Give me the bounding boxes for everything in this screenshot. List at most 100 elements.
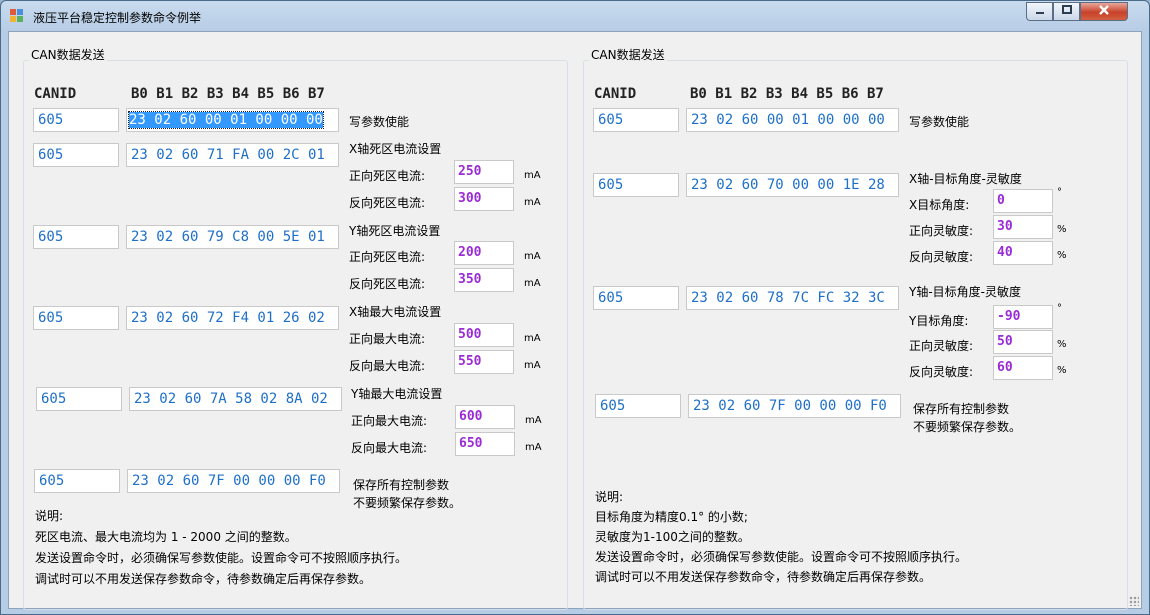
right-row-label-0: 写参数使能 xyxy=(909,115,970,129)
left-param-label: 正向最大电流: xyxy=(349,332,426,346)
right-param-unit: % xyxy=(1057,365,1067,376)
note-line: 说明: xyxy=(35,509,64,523)
left-param-value[interactable]: 350 xyxy=(454,268,514,292)
left-canid-field-2[interactable]: 605 xyxy=(33,225,119,249)
left-param-unit: mA xyxy=(525,415,542,426)
left-data-field-3[interactable]: 23 02 60 72 F4 01 26 02 xyxy=(126,306,339,330)
right-data-field-3[interactable]: 23 02 60 7F 00 00 00 F0 xyxy=(688,394,901,418)
left-param-value[interactable]: 600 xyxy=(455,405,515,429)
right-param-unit: % xyxy=(1057,339,1067,350)
note-line: 目标角度为精度0.1° 的小数; xyxy=(595,510,748,524)
resize-grip[interactable] xyxy=(1129,596,1139,606)
left-row-label-1: X轴死区电流设置 xyxy=(349,142,442,156)
note-line: 发送设置命令时，必须确保写参数使能。设置命令可不按照顺序执行。 xyxy=(595,550,968,564)
maximize-button[interactable] xyxy=(1053,2,1080,21)
right-param-value[interactable]: 0 xyxy=(993,189,1053,213)
left-param-unit: mA xyxy=(524,278,541,289)
app-window: 液压平台稳定控制参数命令例举 CAN数据发送 CANID B0 B1 B2 B3… xyxy=(0,0,1150,615)
right-param-value[interactable]: 50 xyxy=(993,330,1053,354)
left-data-field-5[interactable]: 23 02 60 7F 00 00 00 F0 xyxy=(127,469,340,493)
left-data-field-1[interactable]: 23 02 60 71 FA 00 2C 01 xyxy=(126,143,339,167)
right-data-field-1[interactable]: 23 02 60 70 00 00 1E 28 xyxy=(686,173,899,197)
note-line: 灵敏度为1-100之间的整数。 xyxy=(595,530,750,544)
right-param-label: 正向灵敏度: xyxy=(909,224,974,238)
minimize-icon xyxy=(1035,12,1044,14)
right-param-unit: ° xyxy=(1057,303,1062,314)
left-canid-field-5[interactable]: 605 xyxy=(34,469,120,493)
right-param-label: 正向灵敏度: xyxy=(909,339,974,353)
right-param-label: 反向灵敏度: xyxy=(909,365,974,379)
right-param-value[interactable]: 60 xyxy=(993,356,1053,380)
right-param-label: 反向灵敏度: xyxy=(909,250,974,264)
left-row-label-0: 写参数使能 xyxy=(349,115,410,129)
left-param-label: 正向死区电流: xyxy=(349,169,426,183)
note-line: 死区电流、最大电流均为 1 - 2000 之间的整数。 xyxy=(35,530,297,544)
window-title: 液压平台稳定控制参数命令例举 xyxy=(33,11,202,25)
note-line: 调试时可以不用发送保存参数命令，待参数确定后再保存参数。 xyxy=(595,570,932,584)
left-canid-field-0[interactable]: 605 xyxy=(33,108,119,132)
close-button[interactable] xyxy=(1080,2,1128,21)
left-canid-header: CANID xyxy=(34,86,77,102)
maximize-icon xyxy=(1061,5,1072,14)
close-icon xyxy=(1099,5,1109,15)
title-bar[interactable]: 液压平台稳定控制参数命令例举 xyxy=(1,1,1149,31)
left-param-value[interactable]: 550 xyxy=(454,350,514,374)
left-row-label-3: X轴最大电流设置 xyxy=(349,305,442,319)
left-param-unit: mA xyxy=(525,442,542,453)
left-row-label-4: Y轴最大电流设置 xyxy=(351,387,443,401)
right-canid-field-0[interactable]: 605 xyxy=(593,108,679,132)
right-param-unit: % xyxy=(1057,224,1067,235)
right-param-value[interactable]: -90 xyxy=(993,305,1053,329)
right-canid-header: CANID xyxy=(594,86,637,102)
left-canid-field-1[interactable]: 605 xyxy=(33,143,119,167)
left-param-label: 正向最大电流: xyxy=(351,414,428,428)
left-param-value[interactable]: 200 xyxy=(454,241,514,265)
client-area: CAN数据发送 CANID B0 B1 B2 B3 B4 B5 B6 B7 60… xyxy=(8,31,1142,610)
right-group-legend: CAN数据发送 xyxy=(589,46,667,63)
right-save-label-2: 不要频繁保存参数。 xyxy=(913,420,1022,434)
right-canid-field-2[interactable]: 605 xyxy=(593,286,679,310)
left-param-label: 反向死区电流: xyxy=(349,196,426,210)
left-param-unit: mA xyxy=(524,170,541,181)
left-param-label: 正向死区电流: xyxy=(349,250,426,264)
right-data-field-2[interactable]: 23 02 60 78 7C FC 32 3C xyxy=(686,286,899,310)
right-param-label: X目标角度: xyxy=(909,198,970,212)
left-data-field-4[interactable]: 23 02 60 7A 58 02 8A 02 xyxy=(129,387,342,411)
minimize-button[interactable] xyxy=(1026,2,1053,21)
left-row-label-2: Y轴死区电流设置 xyxy=(349,224,441,238)
right-save-label-1: 保存所有控制参数 xyxy=(913,402,1010,416)
left-param-value[interactable]: 300 xyxy=(454,187,514,211)
left-param-value[interactable]: 250 xyxy=(454,160,514,184)
left-data-field-0[interactable]: 23 02 60 00 01 00 00 00 xyxy=(126,108,339,132)
left-param-label: 反向最大电流: xyxy=(351,441,428,455)
left-param-value[interactable]: 650 xyxy=(455,432,515,456)
right-param-value[interactable]: 40 xyxy=(993,241,1053,265)
left-bytes-header: B0 B1 B2 B3 B4 B5 B6 B7 xyxy=(131,86,325,102)
right-param-value[interactable]: 30 xyxy=(993,215,1053,239)
right-param-label: Y目标角度: xyxy=(909,314,969,328)
right-notes: 说明: 目标角度为精度0.1° 的小数; 灵敏度为1-100之间的整数。 发送设… xyxy=(595,487,967,587)
left-data-field-2[interactable]: 23 02 60 79 C8 00 5E 01 xyxy=(126,225,339,249)
left-param-label: 反向死区电流: xyxy=(349,277,426,291)
right-param-unit: % xyxy=(1057,250,1067,261)
right-param-unit: ° xyxy=(1057,187,1062,198)
right-canid-field-3[interactable]: 605 xyxy=(595,394,681,418)
left-param-label: 反向最大电流: xyxy=(349,359,426,373)
left-param-unit: mA xyxy=(524,333,541,344)
left-param-unit: mA xyxy=(524,197,541,208)
left-notes: 说明: 死区电流、最大电流均为 1 - 2000 之间的整数。 发送设置命令时，… xyxy=(35,506,407,590)
right-row-label-1: X轴-目标角度-灵敏度 xyxy=(909,172,1022,186)
left-group-legend: CAN数据发送 xyxy=(29,46,107,63)
left-param-value[interactable]: 500 xyxy=(454,323,514,347)
right-canid-field-1[interactable]: 605 xyxy=(593,173,679,197)
app-icon xyxy=(10,9,23,22)
left-param-unit: mA xyxy=(524,360,541,371)
note-line: 调试时可以不用发送保存参数命令，待参数确定后再保存参数。 xyxy=(35,572,372,586)
left-param-unit: mA xyxy=(524,251,541,262)
left-canid-field-3[interactable]: 605 xyxy=(33,306,119,330)
right-data-field-0[interactable]: 23 02 60 00 01 00 00 00 xyxy=(686,108,899,132)
note-line: 说明: xyxy=(595,490,624,504)
note-line: 发送设置命令时，必须确保写参数使能。设置命令可不按照顺序执行。 xyxy=(35,551,408,565)
left-canid-field-4[interactable]: 605 xyxy=(36,387,122,411)
right-bytes-header: B0 B1 B2 B3 B4 B5 B6 B7 xyxy=(690,86,884,102)
